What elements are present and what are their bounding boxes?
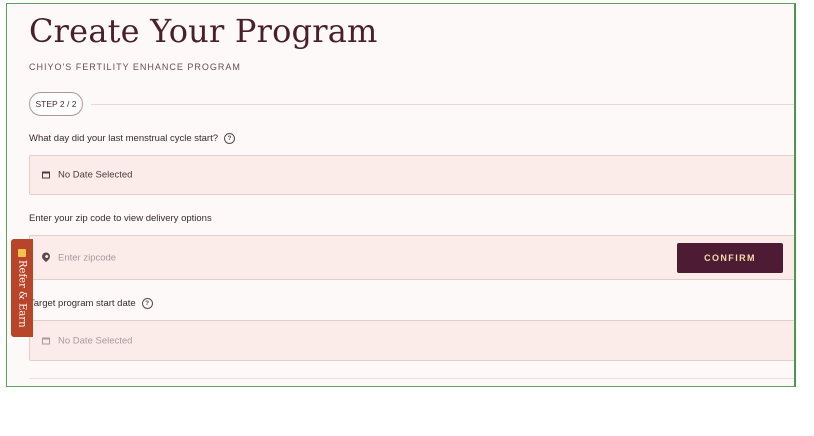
start-date-question-label: Target program start date — [29, 298, 136, 309]
calendar-icon — [42, 337, 50, 344]
help-icon[interactable]: ? — [141, 298, 153, 309]
cycle-question-label: What day did your last menstrual cycle s… — [29, 133, 219, 144]
step-pill: STEP 2 / 2 — [29, 92, 83, 116]
page-frame: Create Your Program CHIYO'S FERTILITY EN… — [6, 3, 796, 387]
cycle-question: What day did your last menstrual cycle s… — [29, 133, 236, 144]
refer-earn-label: Refer & Earn — [16, 259, 28, 328]
cycle-date-value: No Date Selected — [58, 169, 133, 181]
refer-earn-tab[interactable]: Refer & Earn — [11, 239, 33, 337]
zip-field: CONFIRM — [29, 235, 794, 280]
confirm-button[interactable]: CONFIRM — [677, 243, 783, 273]
location-pin-icon — [40, 250, 52, 263]
bottom-divider — [29, 378, 794, 379]
step-indicator: STEP 2 / 2 — [29, 92, 794, 118]
start-date-field[interactable]: No Date Selected — [29, 320, 794, 361]
program-subtitle: CHIYO'S FERTILITY ENHANCE PROGRAM — [29, 62, 241, 72]
zip-question: Enter your zip code to view delivery opt… — [29, 213, 212, 224]
calendar-icon — [42, 171, 50, 179]
step-divider — [91, 104, 794, 105]
page-title: Create Your Program — [29, 12, 378, 50]
start-date-question: Target program start date ? — [29, 298, 153, 309]
zip-question-label: Enter your zip code to view delivery opt… — [29, 213, 212, 224]
start-date-value: No Date Selected — [58, 335, 133, 346]
gift-icon — [18, 248, 26, 257]
zip-input[interactable] — [58, 252, 258, 263]
help-icon[interactable]: ? — [224, 133, 236, 144]
cycle-date-field[interactable]: No Date Selected — [29, 155, 794, 195]
